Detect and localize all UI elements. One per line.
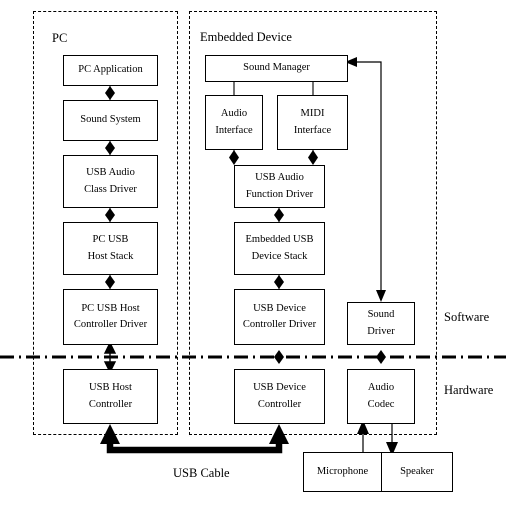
layer-divider-and-cable [0,355,506,454]
usb-audio-architecture-diagram: PC Embedded Device PC Application Sound … [0,0,506,505]
usb-cable-path [106,440,283,454]
